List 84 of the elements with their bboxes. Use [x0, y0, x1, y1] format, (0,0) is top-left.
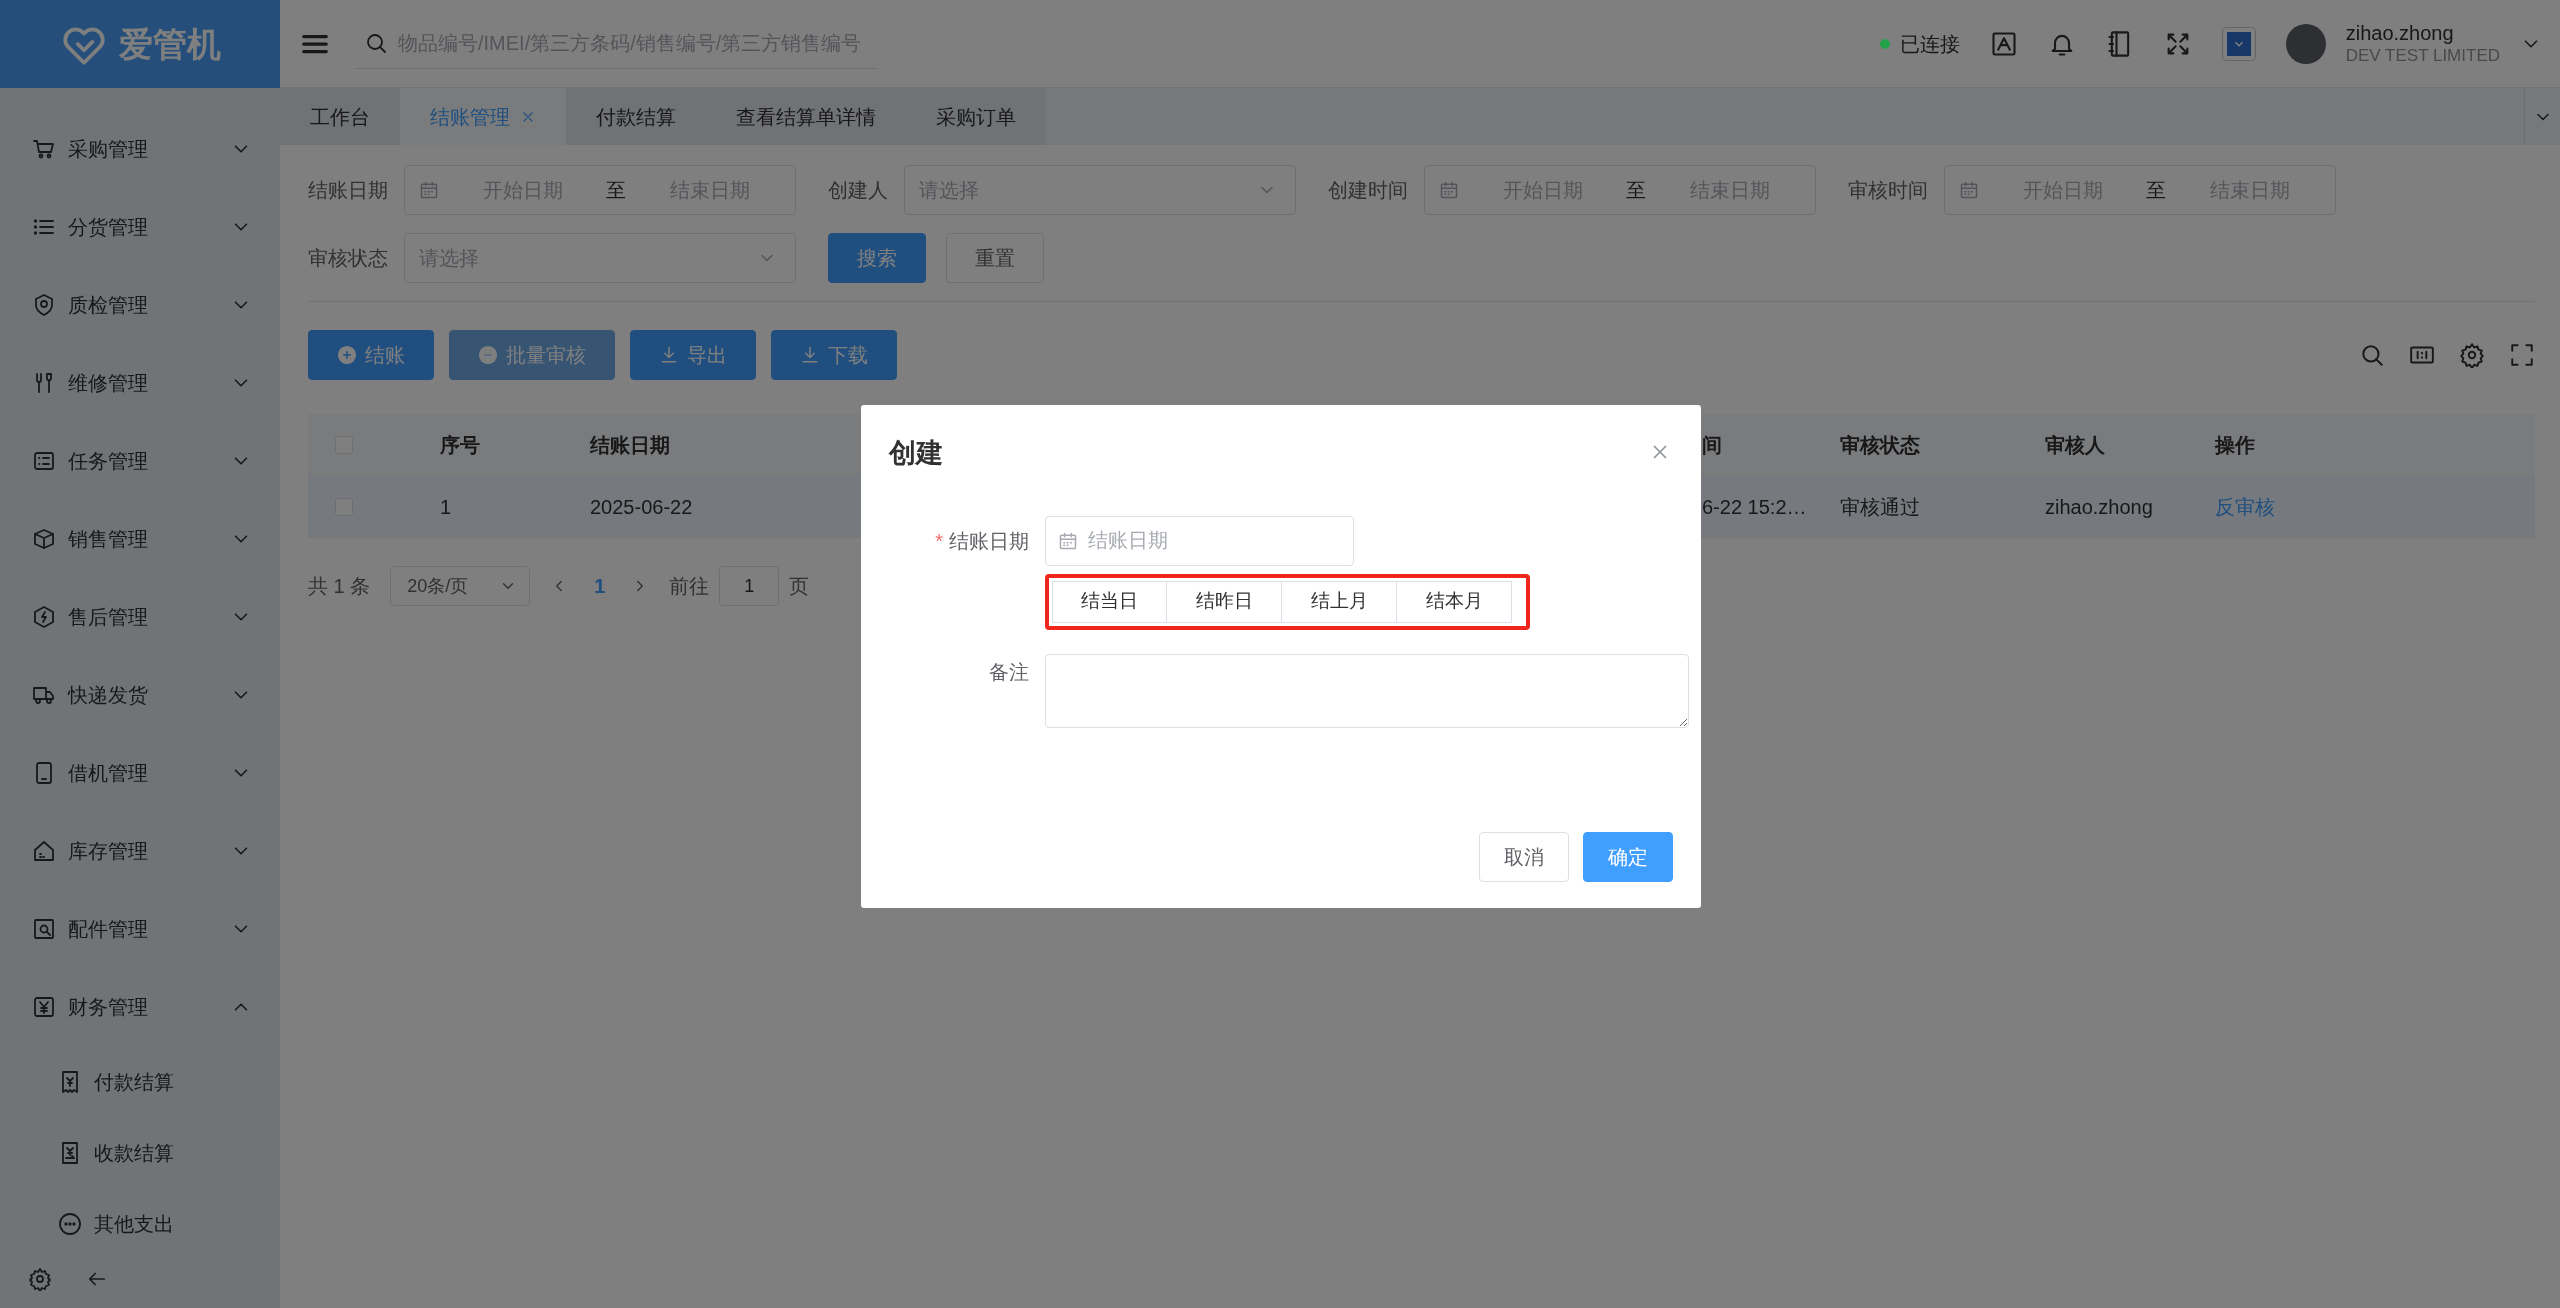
cancel-button[interactable]: 取消	[1479, 832, 1569, 882]
sidebar-subitem[interactable]: 收款结算	[0, 1117, 280, 1188]
column-header: 序号	[440, 432, 480, 458]
field-label: 备注	[988, 659, 1029, 685]
page-suffix: 页	[789, 574, 810, 599]
dialog-title: 创建	[889, 437, 943, 470]
table-cell-text: 1	[440, 494, 452, 520]
sidebar-item[interactable]: 财务管理	[0, 968, 280, 1046]
house-icon	[32, 839, 56, 863]
sidebar-item[interactable]: 售后管理	[0, 578, 280, 656]
filter-label: 创建人	[828, 178, 888, 203]
quick-date-button[interactable]: 结当日	[1052, 580, 1167, 623]
settings-icon[interactable]	[2459, 342, 2485, 368]
search-icon[interactable]	[2359, 342, 2385, 368]
page-size-select[interactable]: 20条/页	[390, 566, 531, 606]
quick-date-button[interactable]: 结本月	[1397, 580, 1512, 623]
checklist-icon	[32, 449, 56, 473]
minus-circle-icon	[478, 345, 498, 365]
column-header: 审核人	[2045, 432, 2105, 458]
sidebar-item[interactable]: 质检管理	[0, 266, 280, 344]
sidebar-item[interactable]: 维修管理	[0, 344, 280, 422]
toolbar-button[interactable]: 导出	[630, 330, 756, 380]
total-count: 共 1 条	[308, 574, 371, 599]
sidebar-item[interactable]: 销售管理	[0, 500, 280, 578]
table-cell-text: 审核通过	[1840, 494, 1920, 520]
theme-toggle[interactable]	[2221, 26, 2256, 61]
document-search-icon	[32, 917, 56, 941]
download-icon	[800, 345, 820, 365]
field-label: * 结账日期	[934, 528, 1029, 554]
search-icon	[364, 31, 388, 55]
date-field[interactable]: 结账日期	[1045, 515, 1354, 566]
column-header: 结账日期	[590, 432, 670, 458]
page-number[interactable]: 1	[588, 570, 612, 602]
confirm-button[interactable]: 确定	[1583, 832, 1673, 882]
column-header: 间	[1702, 432, 1722, 458]
table-cell-text: 6-22 15:2…	[1702, 494, 1807, 520]
table-cell-text: 2025-06-22	[590, 494, 693, 520]
toolbar-button[interactable]: 结账	[308, 330, 434, 380]
sidebar-item[interactable]: 配件管理	[0, 890, 280, 968]
user-name: zihao.zhong	[2345, 20, 2455, 45]
sidebar-subitem[interactable]: 其他支出	[0, 1188, 280, 1250]
cart-icon	[32, 137, 56, 161]
box-icon	[32, 527, 56, 551]
filter-label: 审核时间	[1848, 178, 1928, 203]
yen-icon	[32, 995, 56, 1019]
quick-date-button[interactable]: 结昨日	[1167, 580, 1282, 623]
goto-label: 前往	[669, 574, 710, 599]
settings-icon[interactable]	[28, 1267, 52, 1291]
calendar-icon	[1959, 180, 1979, 200]
action-link[interactable]: 反审核	[2215, 491, 2275, 522]
fullscreen-icon[interactable]	[2509, 342, 2535, 368]
sidebar-subitem[interactable]: 付款结算	[0, 1046, 280, 1117]
tab[interactable]: 采购订单	[906, 88, 1046, 145]
download-icon	[659, 345, 679, 365]
shield-icon	[32, 293, 56, 317]
tab[interactable]: 工作台	[280, 88, 400, 145]
connection-status: 已连接	[1899, 31, 1960, 57]
plus-circle-icon	[337, 345, 357, 365]
sidebar-item[interactable]: 库存管理	[0, 812, 280, 890]
sidebar-item[interactable]: 任务管理	[0, 422, 280, 500]
filter-label: 结账日期	[308, 178, 388, 203]
app-logo: 爱管机	[119, 23, 221, 65]
chat-icon	[58, 1211, 82, 1236]
reset-button[interactable]: 重置	[946, 233, 1044, 283]
column-header: 审核状态	[1840, 432, 1920, 458]
sidebar-item[interactable]: 采购管理	[0, 110, 280, 188]
column-header: 操作	[2215, 432, 2255, 458]
sidebar-item[interactable]: 借机管理	[0, 734, 280, 812]
remark-field[interactable]	[1045, 653, 1689, 728]
quick-date-button[interactable]: 结上月	[1282, 580, 1397, 623]
tab[interactable]: 查看结算单详情	[706, 88, 906, 145]
calendar-icon	[1439, 180, 1459, 200]
filter-label: 审核状态	[308, 246, 388, 271]
sidebar-item[interactable]: 分货管理	[0, 188, 280, 266]
hexagon-bolt-icon	[32, 605, 56, 629]
toolbar-button[interactable]: 下载	[771, 330, 897, 380]
calendar-icon	[419, 180, 439, 200]
search-button[interactable]: 搜索	[828, 233, 926, 283]
page-input[interactable]: 1	[719, 566, 780, 606]
filter-label: 创建时间	[1328, 178, 1408, 203]
avatar[interactable]	[2285, 23, 2326, 64]
tab[interactable]: 付款结算	[566, 88, 706, 145]
sidebar-item[interactable]: 快递发货	[0, 656, 280, 734]
table-cell-text: zihao.zhong	[2045, 494, 2153, 520]
